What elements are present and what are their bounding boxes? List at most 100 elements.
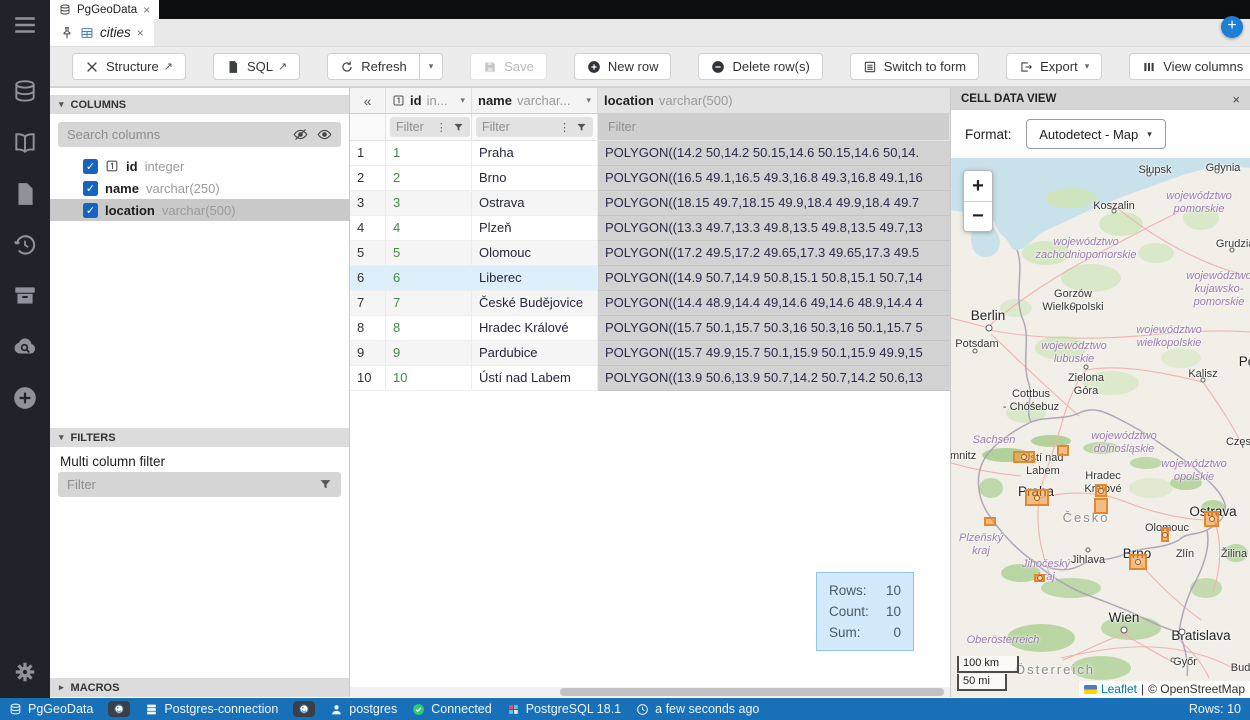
cell-id[interactable]: 8 [386,316,472,341]
filter-input-id[interactable]: Filter⋮ [390,117,470,137]
cell-name[interactable]: Ostrava [472,191,598,216]
status-database[interactable]: PgGeoData [9,702,93,716]
cell-id[interactable]: 2 [386,166,472,191]
checkbox-checked[interactable]: ✓ [83,159,98,174]
sidebar-archive-icon[interactable] [11,282,39,310]
status-user[interactable]: postgres [330,702,397,716]
row-number[interactable]: 7 [350,291,386,316]
sql-button[interactable]: SQL↗ [213,53,300,80]
scrollbar-thumb[interactable] [560,688,944,696]
format-select[interactable]: Autodetect - Map ▾ [1026,119,1166,149]
row-number[interactable]: 1 [350,141,386,166]
cell-location[interactable]: POLYGON((17.2 49.5,17.2 49.65,17.3 49.65… [598,241,950,266]
cell-location[interactable]: POLYGON((16.5 49.1,16.5 49.3,16.8 49.3,1… [598,166,950,191]
checkbox-checked[interactable]: ✓ [83,203,98,218]
polygon-marker[interactable] [1095,484,1107,497]
row-number[interactable]: 9 [350,341,386,366]
column-header-name[interactable]: namevarchar...▾ [472,88,598,113]
status-clock[interactable]: a few seconds ago [636,702,759,716]
collapse-columns-button[interactable]: « [350,88,386,113]
add-connection-button[interactable]: + [1221,16,1243,38]
cell-id[interactable]: 4 [386,216,472,241]
cell-id[interactable]: 9 [386,341,472,366]
polygon-marker[interactable] [1129,554,1147,570]
cell-name[interactable]: Praha [472,141,598,166]
cell-id[interactable]: 3 [386,191,472,216]
cell-name[interactable]: České Budějovice [472,291,598,316]
cell-location[interactable]: POLYGON((14.9 50.7,14.9 50.8,15.1 50.8,1… [598,266,950,291]
row-number[interactable]: 2 [350,166,386,191]
view-columns-button[interactable]: View columns [1129,53,1250,80]
leaflet-map[interactable]: GdyniaSłupskKoszalinGrudziądzGorzów Wiel… [951,158,1250,697]
leaflet-link[interactable]: Leaflet [1101,682,1137,696]
save-button[interactable]: Save [470,53,547,80]
kebab-menu-icon[interactable]: ⋮ [559,121,570,134]
horizontal-scrollbar[interactable] [350,687,950,697]
delete-rows-button[interactable]: Delete row(s) [698,53,822,80]
switch-to-form-button[interactable]: Switch to form [850,53,979,80]
cell-location[interactable]: POLYGON((15.7 50.1,15.7 50.3,16 50.3,16 … [598,316,950,341]
status-chip[interactable]: PostgreSQL 18.1 [507,702,621,716]
column-item-id[interactable]: ✓idinteger [50,155,349,177]
kebab-menu-icon[interactable]: ⋮ [436,121,447,134]
funnel-icon[interactable] [576,122,587,133]
polygon-marker[interactable] [1013,451,1035,463]
sidebar-plus-circle-icon[interactable] [11,384,39,412]
cell-location[interactable]: POLYGON((13.9 50.6,13.9 50.7,14.2 50.7,1… [598,366,950,391]
cell-name[interactable]: Plzeň [472,216,598,241]
status-check-circle[interactable]: Connected [412,702,491,716]
macros-panel-header[interactable]: ▸ MACROS [50,678,349,697]
polygon-marker[interactable] [1094,498,1108,514]
filters-panel-header[interactable]: ▾ FILTERS [50,428,349,447]
polygon-marker[interactable] [1025,489,1049,506]
tab-pggeodata[interactable]: PgGeoData × [50,0,159,19]
cell-name[interactable]: Brno [472,166,598,191]
status-server[interactable]: Postgres-connection [145,702,278,716]
row-number[interactable]: 10 [350,366,386,391]
column-item-location[interactable]: ✓locationvarchar(500) [50,199,349,221]
polygon-marker[interactable] [1204,511,1219,527]
sidebar-gear-icon[interactable] [11,658,39,686]
row-number[interactable]: 3 [350,191,386,216]
filter-input-location[interactable]: Filter [602,117,945,137]
export-button[interactable]: Export▾ [1006,53,1102,80]
funnel-icon[interactable] [453,122,464,133]
chevron-down-icon[interactable]: ▾ [586,95,591,106]
sidebar-menu-icon[interactable] [11,11,39,39]
row-number[interactable]: 5 [350,241,386,266]
zoom-in-button[interactable]: + [964,171,992,201]
polygon-marker[interactable] [1057,445,1069,456]
cell-id[interactable]: 5 [386,241,472,266]
tab-cities[interactable]: cities × [50,19,154,46]
cell-location[interactable]: POLYGON((14.2 50,14.2 50.15,14.6 50.15,1… [598,141,950,166]
row-number[interactable]: 8 [350,316,386,341]
filter-input-name[interactable]: Filter⋮ [476,117,593,137]
cell-id[interactable]: 1 [386,141,472,166]
cell-id[interactable]: 10 [386,366,472,391]
cell-location[interactable]: POLYGON((18.15 49.7,18.15 49.9,18.4 49.9… [598,191,950,216]
cell-id[interactable]: 6 [386,266,472,291]
cell-name[interactable]: Olomouc [472,241,598,266]
cell-id[interactable]: 7 [386,291,472,316]
osm-link[interactable]: © OpenStreetMap [1148,682,1245,696]
cell-location[interactable]: POLYGON((13.3 49.7,13.3 49.8,13.5 49.8,1… [598,216,950,241]
row-number[interactable]: 4 [350,216,386,241]
cell-name[interactable]: Liberec [472,266,598,291]
multi-column-filter-input[interactable]: Filter [58,472,341,497]
cell-name[interactable]: Ústí nad Labem [472,366,598,391]
search-columns-input[interactable]: Search columns [58,122,341,147]
columns-panel-header[interactable]: ▾ COLUMNS [50,95,349,114]
cell-location[interactable]: POLYGON((14.4 48.9,14.4 49,14.6 49,14.6 … [598,291,950,316]
sidebar-cloud-search-icon[interactable] [11,333,39,361]
eye-off-icon[interactable] [293,127,308,142]
polygon-marker[interactable] [1034,574,1045,582]
sidebar-file-doc-icon[interactable] [11,180,39,208]
close-icon[interactable]: × [143,3,150,17]
checkbox-checked[interactable]: ✓ [83,181,98,196]
polygon-marker[interactable] [984,517,996,526]
sidebar-history-icon[interactable] [11,231,39,259]
eye-icon[interactable] [317,127,332,142]
sidebar-database-icon[interactable] [11,78,39,106]
column-item-name[interactable]: ✓namevarchar(250) [50,177,349,199]
sidebar-book-icon[interactable] [11,129,39,157]
